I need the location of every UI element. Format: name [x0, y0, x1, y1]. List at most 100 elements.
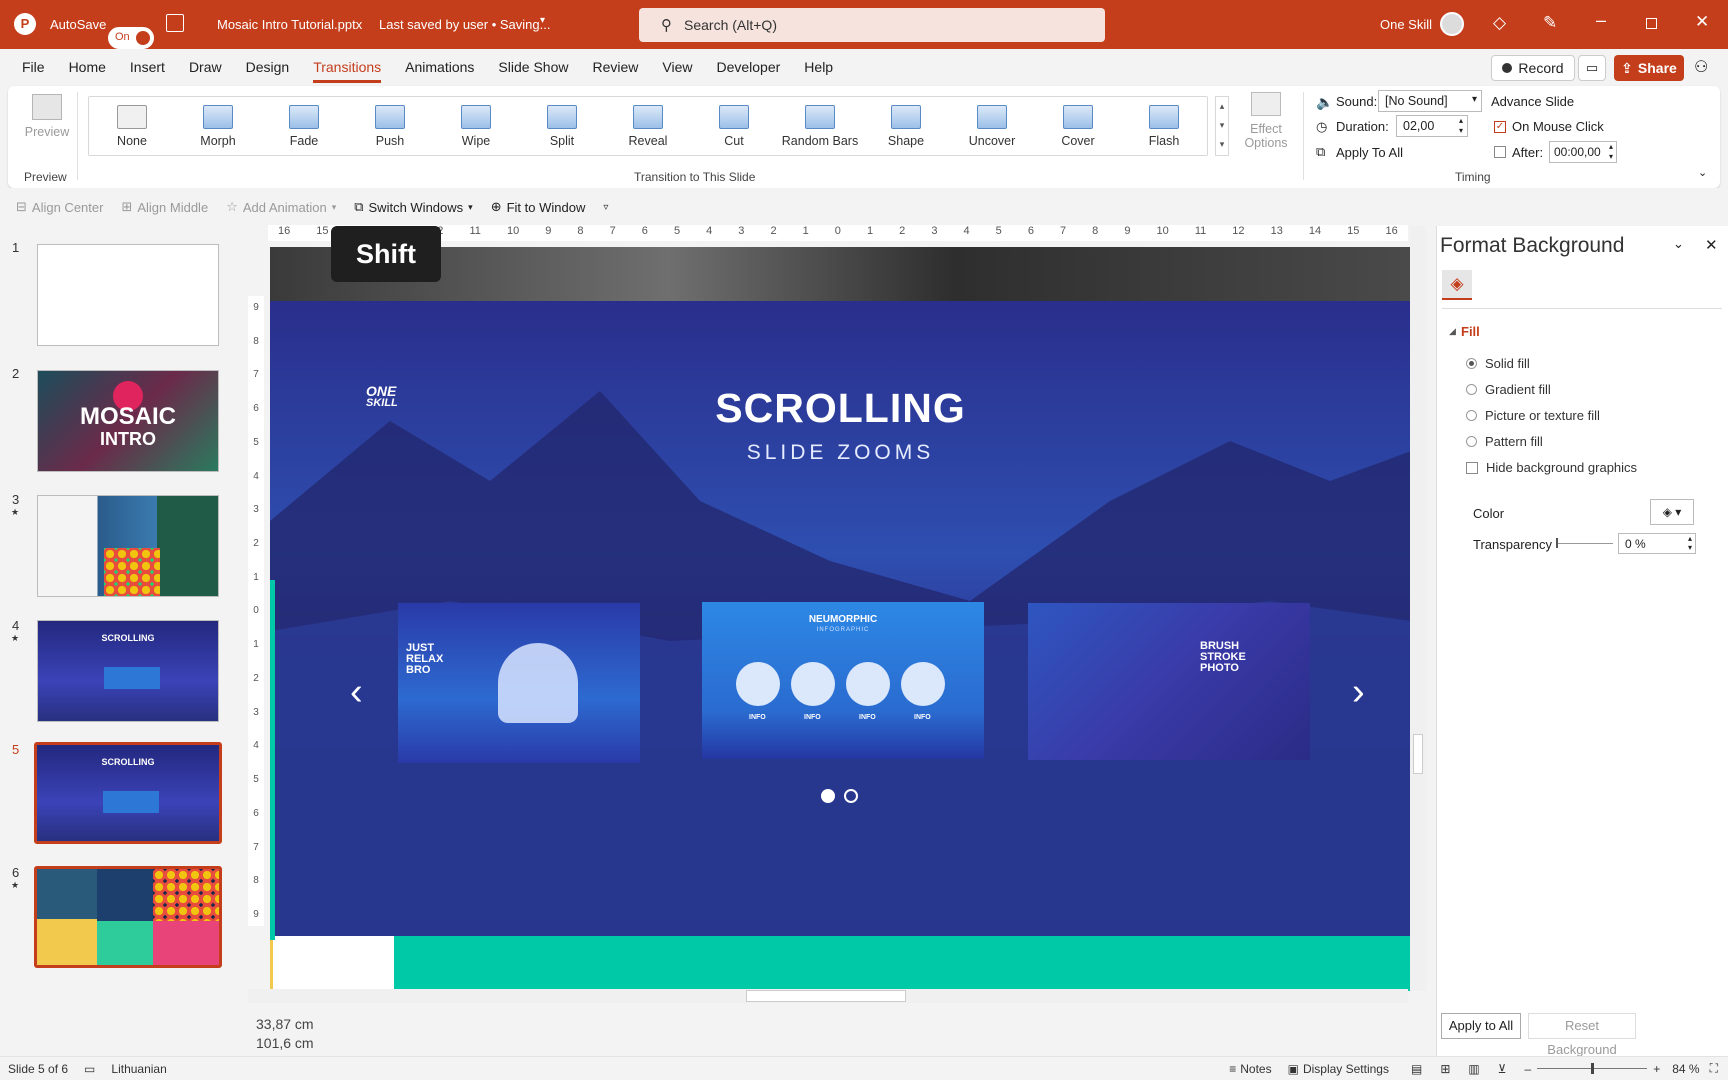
transition-shape[interactable]: Shape	[863, 97, 949, 157]
fill-bucket-icon[interactable]: ◈	[1442, 270, 1472, 300]
slide-thumbnail-4[interactable]: SCROLLING	[37, 620, 219, 722]
transition-wipe[interactable]: Wipe	[433, 97, 519, 157]
zoom-level[interactable]: 84 %	[1672, 1062, 1699, 1076]
zoom-out-icon[interactable]: –	[1525, 1062, 1532, 1076]
menu-home[interactable]: Home	[57, 49, 118, 86]
pen-icon[interactable]: ✎	[1543, 13, 1557, 33]
slide-subtitle[interactable]: SLIDE ZOOMS	[270, 441, 1411, 465]
minimize-icon[interactable]: –	[1596, 10, 1606, 31]
transition-fade[interactable]: Fade	[261, 97, 347, 157]
collapse-triangle-icon[interactable]: ◢	[1449, 326, 1456, 337]
next-arrow-button[interactable]: ›	[1352, 671, 1365, 714]
hide-background-graphics-option[interactable]: Hide background graphics	[1466, 460, 1637, 475]
reset-background-button[interactable]: Reset Background	[1528, 1013, 1636, 1057]
menu-slide-show[interactable]: Slide Show	[486, 49, 580, 86]
menu-animations[interactable]: Animations	[393, 49, 486, 86]
apply-to-all-button[interactable]: Apply to All	[1441, 1013, 1521, 1039]
pattern-fill-option[interactable]: Pattern fill	[1466, 434, 1543, 449]
zoom-slider[interactable]	[1537, 1063, 1648, 1074]
share-button[interactable]: ⇪ Share	[1614, 55, 1684, 81]
scroll-thumb[interactable]	[746, 990, 906, 1002]
menu-view[interactable]: View	[650, 49, 704, 86]
menu-transitions[interactable]: Transitions	[301, 49, 393, 86]
menu-help[interactable]: Help	[792, 49, 845, 86]
fill-section-header[interactable]: Fill	[1461, 324, 1480, 339]
avatar[interactable]	[1440, 12, 1464, 36]
menu-file[interactable]: File	[10, 49, 57, 86]
customize-qat-icon[interactable]: ▿	[603, 202, 608, 213]
close-pane-icon[interactable]: ✕	[1705, 236, 1718, 254]
transition-flash[interactable]: Flash	[1121, 97, 1207, 157]
transition-morph[interactable]: Morph	[175, 97, 261, 157]
fit-slide-icon[interactable]: ⛶	[1710, 1061, 1718, 1076]
solid-fill-option[interactable]: Solid fill	[1466, 356, 1530, 371]
chevron-down-icon[interactable]: ⌄	[1673, 236, 1684, 252]
collapse-ribbon-icon[interactable]: ⌄	[1698, 166, 1707, 179]
transition-split[interactable]: Split	[519, 97, 605, 157]
add-animation-button[interactable]: ☆ Add Animation ▾	[226, 199, 336, 215]
after-input[interactable]: 00:00,00 ▴ ▾	[1549, 141, 1617, 163]
card-brush-stroke[interactable]: BRUSH STROKE PHOTO	[1028, 603, 1310, 760]
align-center-button[interactable]: ⊟ Align Center	[16, 199, 103, 215]
transition-push[interactable]: Push	[347, 97, 433, 157]
slide-thumbnail-5[interactable]: SCROLLING	[34, 742, 222, 844]
spinner-icon[interactable]: ▴ ▾	[1688, 534, 1692, 552]
prev-arrow-button[interactable]: ‹	[350, 671, 363, 714]
language[interactable]: Lithuanian	[111, 1062, 166, 1076]
transition-reveal[interactable]: Reveal	[605, 97, 691, 157]
zoom-in-icon[interactable]: +	[1653, 1062, 1660, 1076]
fit-to-window-button[interactable]: ⊕ Fit to Window	[491, 199, 586, 215]
autosave-toggle[interactable]: On	[108, 26, 154, 49]
preview-button[interactable]: Preview	[22, 92, 72, 152]
restore-icon[interactable]	[1646, 18, 1657, 29]
card-neumorphic[interactable]: NEUMORPHIC INFOGRAPHIC INFO INFO INFO IN…	[702, 602, 984, 759]
close-icon[interactable]: ✕	[1695, 12, 1709, 32]
pager-dot[interactable]	[844, 789, 858, 803]
account-name[interactable]: One Skill	[1380, 17, 1432, 32]
reading-view-icon[interactable]: ▥	[1468, 1062, 1479, 1076]
sound-select[interactable]: [No Sound] ▾	[1378, 90, 1482, 112]
menu-design[interactable]: Design	[234, 49, 302, 86]
scroll-thumb[interactable]	[1413, 734, 1423, 774]
slide-sorter-icon[interactable]: ⊞	[1440, 1062, 1450, 1076]
align-middle-button[interactable]: ⊞ Align Middle	[121, 199, 208, 215]
coauthor-icon[interactable]: ⚇	[1694, 57, 1708, 77]
slider-handle[interactable]	[1556, 538, 1558, 548]
premium-diamond-icon[interactable]: ◇	[1493, 13, 1506, 33]
normal-view-icon[interactable]: ▤	[1411, 1062, 1422, 1076]
on-mouse-click-checkbox[interactable]: ✓	[1494, 121, 1506, 133]
transparency-input[interactable]: 0 % ▴ ▾	[1618, 533, 1696, 554]
horizontal-scrollbar[interactable]	[248, 989, 1408, 1003]
vertical-scrollbar[interactable]	[1410, 226, 1426, 991]
slide-thumbnail-2[interactable]: MOSAIC INTRO	[37, 370, 219, 472]
comments-icon[interactable]: ▭	[1578, 55, 1606, 81]
menu-review[interactable]: Review	[580, 49, 650, 86]
spinner-icon[interactable]: ▴ ▾	[1459, 116, 1463, 136]
gradient-fill-option[interactable]: Gradient fill	[1466, 382, 1551, 397]
display-settings-button[interactable]: Display Settings	[1303, 1062, 1389, 1076]
slideshow-icon[interactable]: ⊻	[1498, 1062, 1507, 1076]
current-slide[interactable]: ONE SKILL SCROLLING SLIDE ZOOMS ‹ › JUST…	[270, 301, 1411, 936]
menu-insert[interactable]: Insert	[118, 49, 177, 86]
menu-draw[interactable]: Draw	[177, 49, 234, 86]
transition-cover[interactable]: Cover	[1035, 97, 1121, 157]
menu-developer[interactable]: Developer	[704, 49, 792, 86]
picture-fill-option[interactable]: Picture or texture fill	[1466, 408, 1600, 423]
record-button[interactable]: Record	[1491, 55, 1575, 81]
save-status[interactable]: Last saved by user • Saving...	[379, 17, 550, 32]
search-box[interactable]: ⚲ Search (Alt+Q)	[639, 8, 1105, 42]
transition-cut[interactable]: Cut	[691, 97, 777, 157]
chevron-down-icon[interactable]: ▾	[540, 15, 545, 26]
slide-thumbnail-3[interactable]	[37, 495, 219, 597]
transparency-slider[interactable]	[1557, 543, 1613, 544]
color-picker-button[interactable]: ◈ ▾	[1650, 499, 1694, 525]
duration-input[interactable]: 02,00 ▴ ▾	[1396, 115, 1468, 137]
accessibility-icon[interactable]: ▭	[84, 1062, 95, 1076]
pager-dot-active[interactable]	[821, 789, 835, 803]
effect-options-button[interactable]: Effect Options	[1236, 92, 1296, 154]
switch-windows-button[interactable]: ⧉ Switch Windows ▾	[354, 199, 472, 215]
slide-thumbnail-6[interactable]	[34, 866, 222, 968]
after-checkbox[interactable]	[1494, 146, 1506, 158]
gallery-scroll[interactable]: ▴ ▾ ▾	[1215, 96, 1229, 156]
apply-to-all-button[interactable]: Apply To All	[1336, 145, 1403, 160]
